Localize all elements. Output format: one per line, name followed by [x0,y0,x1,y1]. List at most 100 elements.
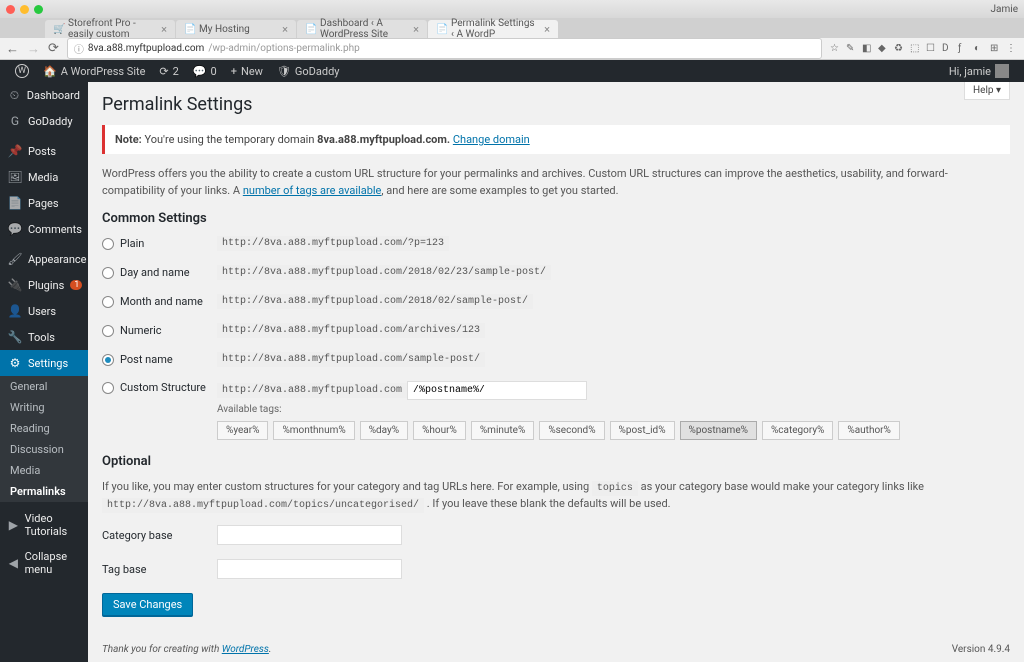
submenu-discussion[interactable]: Discussion [0,439,88,460]
sidebar-collapse[interactable]: ◀Collapse menu [0,544,88,582]
save-changes-button[interactable]: Save Changes [102,593,193,616]
change-domain-link[interactable]: Change domain [453,133,530,146]
permalink-example: http://8va.a88.myftpupload.com/2018/02/s… [217,294,533,309]
sidebar-item-media[interactable]: 🖼Media [0,164,88,190]
godaddy-icon: 🛡 [277,65,291,78]
radio-label[interactable]: Month and name [102,295,217,308]
browser-tab[interactable]: 📄Dashboard ‹ A WordPress Site× [297,20,427,38]
browser-tab[interactable]: 📄My Hosting× [176,20,296,38]
ext-icon[interactable]: ◧ [862,43,874,55]
page-icon: 📄 [8,196,22,210]
radio-label[interactable]: Plain [102,237,217,250]
dashboard-icon: ⏲ [8,88,21,102]
main-content: Help ▾ Permalink Settings Note: You're u… [88,82,1024,662]
heading-common: Common Settings [102,211,1010,226]
close-icon[interactable]: × [413,23,419,36]
ext-icon[interactable]: D [942,43,954,55]
admin-sidebar: ⏲Dashboard GGoDaddy 📌Posts 🖼Media 📄Pages… [0,82,88,662]
site-link[interactable]: 🏠A WordPress Site [36,60,152,82]
forward-button[interactable]: → [27,41,40,57]
close-icon[interactable]: × [161,23,167,36]
new-content-link[interactable]: +New [224,60,270,82]
radio-label[interactable]: Post name [102,353,217,366]
radio-label[interactable]: Custom Structure [102,381,217,394]
wp-logo[interactable]: W [8,60,36,82]
sidebar-item-pages[interactable]: 📄Pages [0,190,88,216]
radio-label[interactable]: Day and name [102,266,217,279]
godaddy-link[interactable]: 🛡GoDaddy [270,60,347,82]
radio-label[interactable]: Numeric [102,324,217,337]
sidebar-item-dashboard[interactable]: ⏲Dashboard [0,82,88,108]
menu-icon[interactable]: ⋮ [1006,43,1018,55]
radio-input[interactable] [102,325,114,337]
settings-submenu: General Writing Reading Discussion Media… [0,376,88,502]
window-minimize-icon[interactable] [20,5,29,14]
close-icon[interactable]: × [544,23,550,36]
reload-button[interactable]: ⟳ [48,41,59,56]
tag-author[interactable]: %author% [838,421,899,440]
tags-doc-link[interactable]: number of tags are available [243,184,382,197]
sidebar-item-settings[interactable]: ⚙Settings [0,350,88,376]
extension-icons: ☆ ✎ ◧ ◆ ♻ ⬚ ☐ D ƒ ◐ ⊞ ⋮ [830,43,1018,55]
custom-structure-input[interactable] [407,381,587,400]
submenu-reading[interactable]: Reading [0,418,88,439]
favicon-icon: 📄 [184,24,194,34]
tag-minute[interactable]: %minute% [471,421,534,440]
tag-category[interactable]: %category% [762,421,833,440]
tag-second[interactable]: %second% [539,421,604,440]
submenu-permalinks[interactable]: Permalinks [0,481,88,502]
help-tab[interactable]: Help ▾ [964,82,1010,100]
updates-link[interactable]: ⟳2 [152,60,185,82]
browser-tab[interactable]: 🛒Storefront Pro - easily custom× [45,20,175,38]
ext-icon[interactable]: ♻ [894,43,906,55]
radio-input[interactable] [102,382,114,394]
window-close-icon[interactable] [6,5,15,14]
plugin-icon: 🔌 [8,278,22,292]
tag-hour[interactable]: %hour% [413,421,466,440]
tag-monthnum[interactable]: %monthnum% [273,421,354,440]
ext-icon[interactable]: ☐ [926,43,938,55]
address-bar[interactable]: ⓘ 8va.a88.myftpupload.com/wp-admin/optio… [67,38,822,59]
category-base-input[interactable] [217,525,402,545]
tag-day[interactable]: %day% [360,421,408,440]
back-button[interactable]: ← [6,41,19,57]
permalink-example: http://8va.a88.myftpupload.com/sample-po… [217,352,485,367]
radio-input[interactable] [102,296,114,308]
media-icon: 🖼 [8,170,22,184]
ext-icon[interactable]: ✎ [846,43,858,55]
submenu-media[interactable]: Media [0,460,88,481]
sidebar-item-plugins[interactable]: 🔌Plugins1 [0,272,88,298]
sidebar-item-users[interactable]: 👤Users [0,298,88,324]
ext-icon[interactable]: ⊞ [990,43,1002,55]
sidebar-item-tools[interactable]: 🔧Tools [0,324,88,350]
sidebar-item-appearance[interactable]: 🖌Appearance [0,246,88,272]
sidebar-item-comments[interactable]: 💬Comments [0,216,88,242]
ext-icon[interactable]: ƒ [958,43,970,55]
update-badge: 1 [70,280,82,290]
favicon-icon: 📄 [305,24,315,34]
close-icon[interactable]: × [282,23,288,36]
browser-tab-active[interactable]: 📄Permalink Settings ‹ A WordP× [428,20,558,38]
notice-error: Note: You're using the temporary domain … [102,125,1010,154]
radio-input[interactable] [102,238,114,250]
permalink-example: http://8va.a88.myftpupload.com/2018/02/2… [217,265,551,280]
window-zoom-icon[interactable] [34,5,43,14]
ext-icon[interactable]: ◆ [878,43,890,55]
ext-icon[interactable]: ⬚ [910,43,922,55]
tag-post-id[interactable]: %post_id% [610,421,675,440]
wordpress-link[interactable]: WordPress [222,644,269,655]
submenu-writing[interactable]: Writing [0,397,88,418]
sidebar-item-godaddy[interactable]: GGoDaddy [0,108,88,134]
radio-input[interactable] [102,267,114,279]
tag-year[interactable]: %year% [217,421,268,440]
star-icon[interactable]: ☆ [830,43,842,55]
comments-link[interactable]: 💬0 [186,60,224,82]
tag-postname[interactable]: %postname% [680,421,757,440]
submenu-general[interactable]: General [0,376,88,397]
my-account[interactable]: Hi, jamie [942,64,1016,78]
sidebar-item-posts[interactable]: 📌Posts [0,138,88,164]
sidebar-item-video[interactable]: ▶Video Tutorials [0,506,88,544]
tag-base-input[interactable] [217,559,402,579]
ext-icon[interactable]: ◐ [974,43,986,55]
radio-input-checked[interactable] [102,354,114,366]
